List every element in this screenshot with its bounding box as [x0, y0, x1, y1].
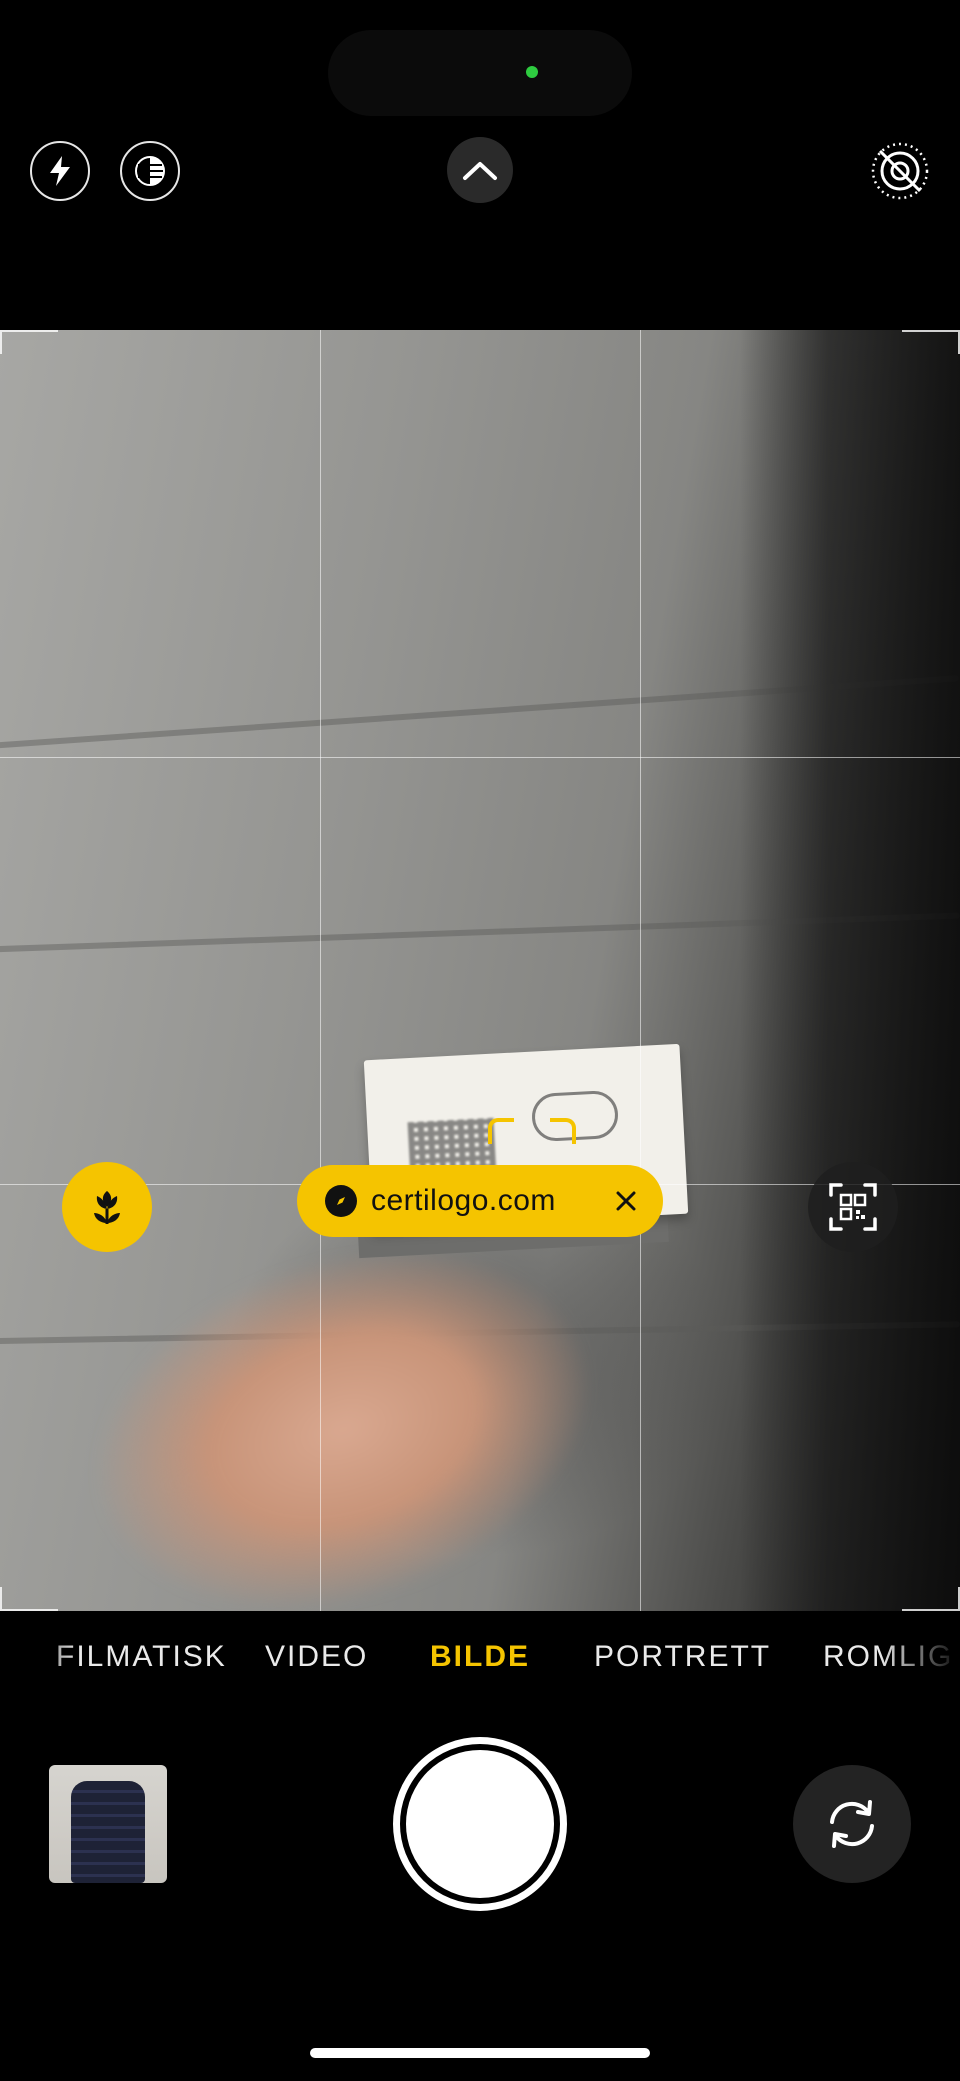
camera-flip-icon	[830, 1800, 874, 1848]
mode-selector[interactable]: FILMATISK VIDEO BILDE PORTRETT ROMLIG	[0, 1640, 960, 1704]
qr-scan-button[interactable]	[808, 1162, 898, 1252]
camera-viewfinder[interactable]	[0, 330, 960, 1611]
detected-link-text[interactable]: certilogo.com	[371, 1184, 609, 1218]
chevron-up-icon	[463, 162, 497, 180]
home-indicator[interactable]	[310, 2048, 650, 2058]
live-photo-off-button[interactable]	[870, 141, 930, 201]
frame-corner	[0, 330, 58, 354]
macro-mode-button[interactable]	[62, 1162, 152, 1252]
camera-controls-toggle[interactable]	[447, 137, 513, 203]
frame-corner	[902, 1587, 960, 1611]
safari-compass-icon	[325, 1185, 357, 1217]
flower-macro-icon	[94, 1191, 120, 1224]
grid-line	[640, 330, 641, 1611]
detected-link-pill[interactable]: certilogo.com	[297, 1165, 663, 1237]
mode-fade-left	[0, 1640, 80, 1704]
frame-corner	[0, 1587, 58, 1611]
live-photo-off-icon	[871, 142, 929, 200]
frame-corner	[902, 330, 960, 354]
mode-filmatisk[interactable]: FILMATISK	[56, 1640, 227, 1674]
live-photo-button[interactable]	[120, 141, 180, 201]
mode-video[interactable]: VIDEO	[265, 1640, 368, 1674]
flash-button[interactable]	[30, 141, 90, 201]
mode-portrett[interactable]: PORTRETT	[594, 1640, 771, 1674]
grid-line	[0, 757, 960, 758]
grid-line	[320, 330, 321, 1611]
camera-flip-button[interactable]	[793, 1765, 911, 1883]
photo-thumbnail[interactable]	[49, 1765, 167, 1883]
mode-bilde[interactable]: BILDE	[430, 1640, 530, 1674]
qr-scan-icon	[829, 1183, 877, 1231]
camera-in-use-indicator	[526, 66, 538, 78]
mode-fade-right	[880, 1640, 960, 1704]
live-photo-icon	[135, 156, 165, 186]
dynamic-island	[328, 30, 632, 116]
thumbnail-jacket-image	[71, 1781, 145, 1883]
bolt-icon	[50, 156, 70, 186]
close-icon[interactable]	[609, 1184, 643, 1218]
shutter-button-inner[interactable]	[406, 1750, 554, 1898]
